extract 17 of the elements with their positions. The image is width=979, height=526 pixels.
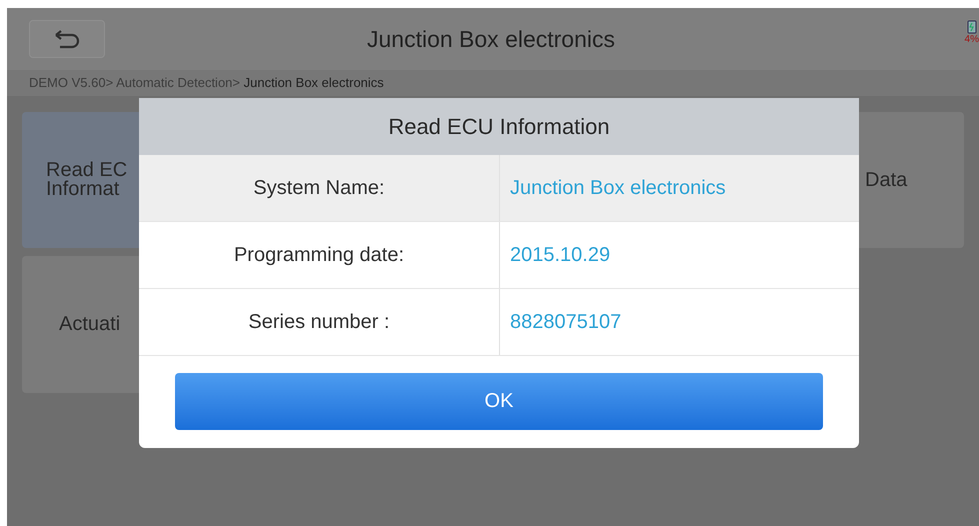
battery-percent: 4% bbox=[964, 34, 979, 45]
ok-button[interactable]: OK bbox=[175, 372, 823, 430]
field-label: Programming date: bbox=[234, 243, 404, 268]
dialog-title: Read ECU Information bbox=[388, 113, 610, 141]
field-label: System Name: bbox=[253, 176, 385, 201]
tile-label: Data bbox=[865, 170, 908, 190]
field-value: 2015.10.29 bbox=[510, 243, 610, 268]
page-title: Junction Box electronics bbox=[366, 24, 616, 54]
tile-label: Informat bbox=[46, 180, 120, 199]
field-value: 8828075107 bbox=[510, 310, 622, 335]
field-label: Series number : bbox=[248, 310, 390, 335]
battery-icon bbox=[966, 20, 977, 34]
field-value: Junction Box electronics bbox=[510, 176, 726, 201]
breadcrumb: DEMO V5.60> Automatic Detection> Junction Box electronics bbox=[29, 74, 384, 92]
tile-label: Actuati bbox=[59, 315, 120, 334]
back-button[interactable] bbox=[29, 20, 105, 58]
tile-label: Read EC bbox=[46, 161, 128, 180]
